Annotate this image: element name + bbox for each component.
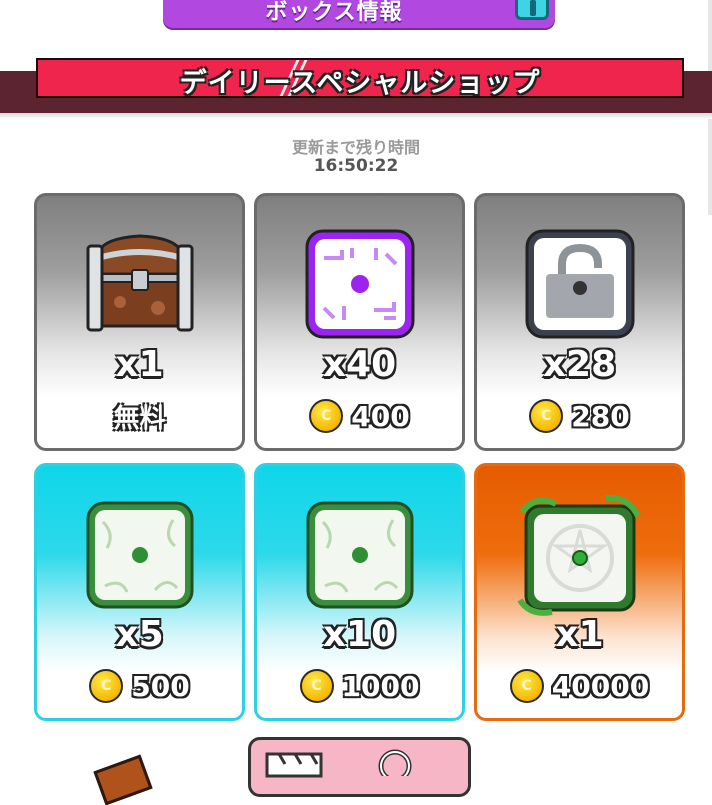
price-value: 40000 — [551, 669, 650, 703]
coin-icon: C — [309, 399, 344, 433]
shop-item-card-vine-dice[interactable]: x1 C 40000 — [474, 463, 685, 721]
item-quantity: x10 — [322, 614, 397, 655]
book-icon — [93, 754, 153, 805]
item-quantity: x5 — [115, 614, 164, 655]
unlock-icon — [525, 229, 634, 339]
item-price: C 500 — [37, 666, 242, 706]
price-value: 1000 — [341, 669, 420, 703]
shop-item-card-green-dice[interactable]: x10 C 1000 — [254, 463, 465, 721]
shop-item-card-purple-dice[interactable]: x40 C 400 — [254, 193, 465, 451]
refresh-timer-label: 更新まで残り時間 — [291, 138, 420, 157]
item-quantity: x1 — [555, 614, 604, 655]
purple-dice-icon — [305, 229, 414, 339]
price-value: 400 — [351, 399, 410, 433]
shop-item-card-green-dice[interactable]: x5 C 500 — [34, 463, 245, 721]
item-quantity: x40 — [322, 344, 397, 385]
coin-icon: C — [299, 669, 334, 703]
watch-ad-button[interactable] — [248, 737, 471, 797]
item-price: C 280 — [477, 396, 682, 436]
refresh-icon — [378, 749, 412, 776]
price-value: 500 — [131, 669, 190, 703]
item-quantity: x1 — [115, 344, 164, 385]
shop-item-card-unlock[interactable]: x28 C 280 — [474, 193, 685, 451]
price-value: 280 — [571, 399, 630, 433]
coin-icon: C — [529, 399, 564, 433]
info-icon[interactable] — [515, 0, 549, 20]
coin-icon: C — [509, 669, 544, 703]
green-dice-icon — [306, 501, 413, 609]
free-label: 無料 — [113, 403, 166, 434]
shop-item-card-chest[interactable]: x1 無料 — [34, 193, 245, 451]
box-info-button[interactable]: ボックス情報 — [163, 0, 555, 28]
item-price: 無料 — [37, 396, 242, 436]
item-price: C 40000 — [477, 666, 682, 706]
vine-dice-icon — [516, 494, 641, 616]
item-price: C 400 — [257, 396, 462, 436]
shop-banner: デイリースペシャルショップ — [36, 58, 684, 98]
green-dice-icon — [86, 501, 193, 609]
clapperboard-icon — [265, 752, 323, 778]
refresh-timer-value: 16:50:22 — [313, 156, 399, 176]
item-quantity: x28 — [542, 344, 617, 385]
box-info-label: ボックス情報 — [265, 0, 403, 25]
shop-title: デイリースペシャルショップ — [179, 68, 541, 98]
treasure-chest-icon — [86, 234, 193, 332]
coin-icon: C — [89, 669, 124, 703]
item-price: C 1000 — [257, 666, 462, 706]
banner-shadow — [0, 113, 712, 119]
